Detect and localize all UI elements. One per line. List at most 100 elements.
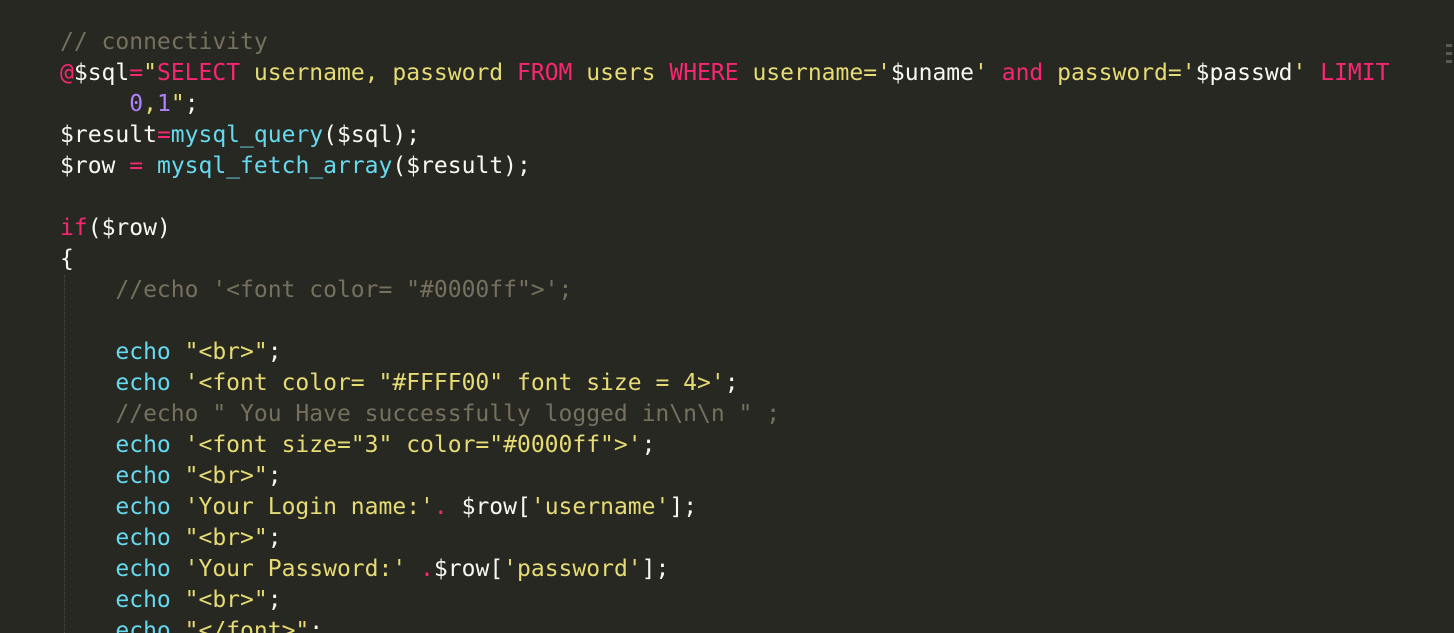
code-token-string: "<br>" — [184, 339, 268, 365]
code-token-var: $row — [433, 556, 490, 582]
code-line[interactable]: echo '<font size="3" color="#0000ff">'; — [60, 430, 1389, 461]
code-token-punct: ; — [267, 463, 282, 489]
code-line[interactable]: 0,1"; — [60, 89, 1389, 120]
code-token-func: mysql_query — [170, 122, 324, 148]
code-token-punct: ; — [184, 91, 199, 117]
code-token-func: echo — [115, 556, 171, 582]
code-token-func: echo — [115, 494, 171, 520]
scroll-marker — [1446, 52, 1452, 55]
code-token-op: = — [129, 153, 144, 179]
scroll-marker — [1446, 44, 1452, 47]
code-token-punct: ; — [267, 525, 282, 551]
code-line[interactable]: echo 'Your Login name:'. $row['username'… — [60, 492, 1389, 523]
code-line[interactable]: echo '<font color= "#FFFF00" font size =… — [60, 368, 1389, 399]
code-line[interactable]: echo "<br>"; — [60, 523, 1389, 554]
code-token-string: 'Your Login name:' — [184, 494, 434, 520]
code-token-func: echo — [115, 370, 171, 396]
code-token-var: $row — [461, 494, 517, 520]
code-line[interactable]: echo "</font>"; — [60, 616, 1389, 633]
code-token-string: , — [143, 91, 157, 117]
code-token-op: @ — [60, 60, 74, 86]
code-line[interactable]: echo 'Your Password:' .$row['password']; — [60, 554, 1389, 585]
code-token-op: = — [129, 60, 144, 86]
code-token-punct: ]; — [641, 556, 670, 582]
code-token-op: = — [156, 122, 171, 148]
code-token-op: . — [433, 494, 448, 520]
code-token-string: 'Your Password:' — [184, 556, 407, 582]
code-token-var: $row — [60, 153, 116, 179]
code-token-string: "</font>" — [184, 618, 310, 633]
code-token-comment: //echo '<font color= "#0000ff">'; — [115, 277, 573, 303]
code-area[interactable]: // connectivity @$sql="SELECT username, p… — [60, 27, 1389, 633]
code-token-var: $result — [406, 153, 504, 179]
code-line[interactable]: //echo " You Have successfully logged in… — [60, 399, 1389, 430]
code-token-punct: ; — [267, 339, 282, 365]
code-token-punct: ; — [267, 587, 282, 613]
code-line[interactable]: echo "<br>"; — [60, 585, 1389, 616]
code-token-var: $passwd — [1195, 60, 1293, 86]
code-line[interactable]: $row = mysql_fetch_array($result); — [60, 151, 1389, 182]
code-token-punct: { — [60, 246, 74, 272]
code-token-keyword: SELECT — [156, 60, 241, 86]
code-token-keyword: LIMIT — [1320, 60, 1390, 86]
code-token-punct: ( — [87, 215, 102, 241]
code-token-comment: // connectivity — [60, 29, 268, 55]
code-token-punct: [ — [489, 556, 504, 582]
code-token-op: . — [420, 556, 434, 582]
code-token-punct: ) — [156, 215, 171, 241]
code-editor[interactable]: // connectivity @$sql="SELECT username, p… — [0, 0, 1454, 633]
code-line[interactable]: $result=mysql_query($sql); — [60, 120, 1389, 151]
code-token-string: '<font color= "#FFFF00" font size = 4>' — [184, 370, 725, 396]
code-token-func: echo — [115, 525, 171, 551]
code-token-string: "<br>" — [184, 587, 268, 613]
code-token-var: $uname — [890, 60, 975, 86]
code-token-func: echo — [115, 618, 171, 633]
code-token-punct: ]; — [669, 494, 698, 520]
code-line[interactable]: //echo '<font color= "#0000ff">'; — [60, 275, 1389, 306]
code-token-string: username=' — [738, 60, 891, 86]
code-token-func: echo — [115, 587, 171, 613]
code-line[interactable] — [60, 306, 1389, 337]
code-line[interactable]: { — [60, 244, 1389, 275]
code-token-string: "<br>" — [184, 525, 268, 551]
code-line[interactable]: // connectivity — [60, 27, 1389, 58]
code-line[interactable]: if($row) — [60, 213, 1389, 244]
code-token-string: 'username' — [530, 494, 670, 520]
code-token-comment: //echo " You Have successfully logged in… — [115, 401, 781, 427]
code-line[interactable]: echo "<br>"; — [60, 337, 1389, 368]
code-token-keyword: WHERE — [669, 60, 739, 86]
code-token-punct: ( — [323, 122, 337, 148]
code-line[interactable] — [60, 182, 1389, 213]
code-token-punct: ; — [309, 618, 324, 633]
code-line[interactable]: @$sql="SELECT username, password FROM us… — [60, 58, 1389, 89]
code-token-punct: ; — [724, 370, 739, 396]
code-token-string: " — [143, 60, 157, 86]
code-token-keyword: if — [60, 215, 88, 241]
code-token-func: echo — [115, 463, 171, 489]
code-token-func: mysql_fetch_array — [156, 153, 393, 179]
code-line[interactable]: echo "<br>"; — [60, 461, 1389, 492]
code-token-func: echo — [115, 432, 171, 458]
code-token-punct: ); — [503, 153, 531, 179]
code-token-string: '<font size="3" color="#0000ff">' — [184, 432, 642, 458]
